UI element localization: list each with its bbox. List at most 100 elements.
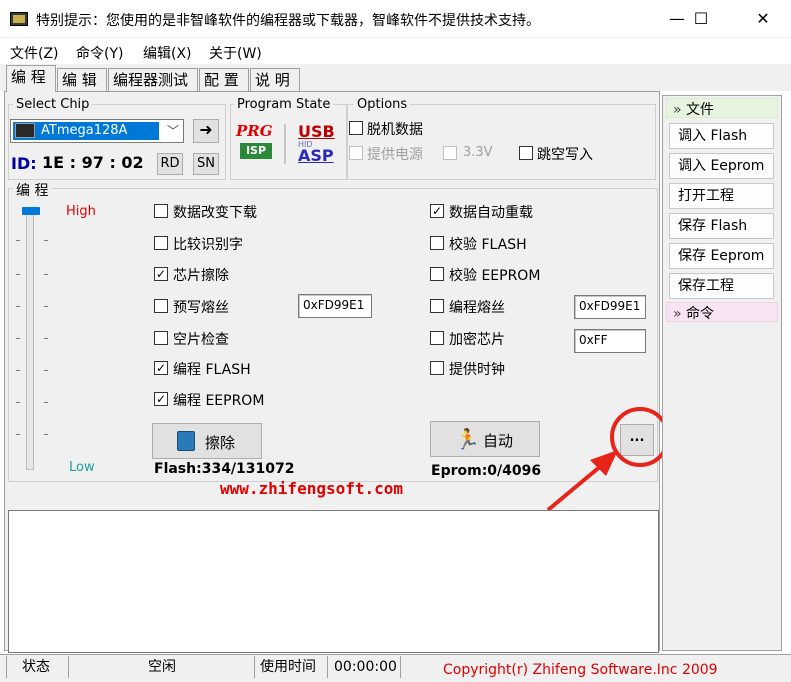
status-separator <box>254 656 255 678</box>
prg-label: PRG <box>236 122 273 140</box>
option-checkbox[interactable]: ✓ <box>154 267 168 281</box>
option-checkbox[interactable] <box>430 331 444 345</box>
slider-tick <box>44 306 48 307</box>
window-title: 特别提示：您使用的是非智峰软件的编程器或下载器，智峰软件不提供技术支持。 <box>36 13 540 29</box>
option-checkbox[interactable] <box>154 331 168 345</box>
option-label: 比较识别字 <box>173 237 243 253</box>
slider-tick <box>44 370 48 371</box>
slider-tick <box>16 274 20 275</box>
option-checkbox[interactable]: ✓ <box>154 361 168 375</box>
option-label: 空片检查 <box>173 332 229 348</box>
option-label: 数据改变下载 <box>173 205 257 221</box>
tab-edit[interactable]: 编 辑 <box>57 68 107 91</box>
select-chip-title: Select Chip <box>13 97 93 112</box>
save-eeprom-button[interactable]: 保存 Eeprom <box>669 243 774 269</box>
select-chip-go-button[interactable]: ➜ <box>193 119 219 143</box>
erase-button-label: 擦除 <box>205 434 236 452</box>
maximize-button[interactable]: ☐ <box>676 0 726 38</box>
status-state-value: 空闲 <box>148 659 176 675</box>
program-group-title: 编 程 <box>13 180 52 200</box>
app-chip-icon <box>10 12 28 26</box>
slider-tick <box>44 338 48 339</box>
power-checkbox[interactable] <box>349 146 363 160</box>
eprom-info: Eprom:0/4096 <box>431 463 542 479</box>
offline-data-label: 脱机数据 <box>367 122 423 138</box>
save-project-button[interactable]: 保存工程 <box>669 273 774 299</box>
command-section-label: 命令 <box>686 306 715 322</box>
option-checkbox[interactable] <box>154 299 168 313</box>
option-label: 数据自动重载 <box>449 205 533 221</box>
option-label: 编程 EEPROM <box>173 393 265 409</box>
asp-label: ASP <box>298 146 334 165</box>
power-label: 提供电源 <box>367 147 423 163</box>
tab-config[interactable]: 配 置 <box>199 68 249 91</box>
option-checkbox[interactable]: ✓ <box>430 204 444 218</box>
tab-help[interactable]: 说 明 <box>250 68 300 91</box>
slider-tick <box>16 306 20 307</box>
rd-button[interactable]: RD <box>157 153 183 175</box>
log-output[interactable] <box>8 510 659 653</box>
load-flash-button[interactable]: 调入 Flash <box>669 123 774 149</box>
options-title: Options <box>354 97 411 112</box>
skip-empty-checkbox[interactable] <box>519 146 533 160</box>
status-time-label: 使用时间 <box>260 659 316 675</box>
program-state-group <box>230 104 348 180</box>
option-checkbox[interactable] <box>430 236 444 250</box>
speed-high-label: High <box>66 204 96 219</box>
chip-select[interactable]: ATmega128A ﹀ <box>10 119 184 143</box>
option-label: 加密芯片 <box>449 332 505 348</box>
command-section-header[interactable]: » 命令 <box>666 302 778 322</box>
file-section-header[interactable]: » 文件 <box>666 98 778 118</box>
chevron-right-icon: » <box>673 306 682 322</box>
load-eeprom-button[interactable]: 调入 Eeprom <box>669 153 774 179</box>
sn-button[interactable]: SN <box>193 153 219 175</box>
menu-command[interactable]: 命令(Y) <box>76 43 123 63</box>
option-checkbox[interactable]: ✓ <box>154 392 168 406</box>
option-checkbox[interactable] <box>430 299 444 313</box>
website-link[interactable]: www.zhifengsoft.com <box>220 479 403 498</box>
status-state-label: 状态 <box>22 659 50 675</box>
menu-file[interactable]: 文件(Z) <box>10 43 59 63</box>
slider-tick <box>16 370 20 371</box>
option-checkbox[interactable] <box>154 236 168 250</box>
speed-slider-thumb[interactable] <box>22 207 40 215</box>
status-separator <box>400 656 401 678</box>
option-label: 编程熔丝 <box>449 300 505 316</box>
erase-button[interactable]: 擦除 <box>152 423 262 459</box>
option-label: 预写熔丝 <box>173 300 229 316</box>
program-group <box>8 188 658 482</box>
option-label: 编程 FLASH <box>173 362 251 378</box>
program-state-divider <box>284 124 286 164</box>
status-separator <box>68 656 69 678</box>
auto-button[interactable]: 🏃 自动 <box>430 421 540 457</box>
option-checkbox[interactable] <box>154 204 168 218</box>
prewrite-fuse-input[interactable]: 0xFD99E1 <box>298 294 372 318</box>
speed-slider-track[interactable] <box>26 212 34 470</box>
v33-label: 3.3V <box>463 145 493 160</box>
chevron-down-icon: » <box>673 102 682 118</box>
option-label: 校验 EEPROM <box>449 268 541 284</box>
slider-tick <box>44 402 48 403</box>
running-man-icon: 🏃 <box>455 427 480 451</box>
flash-info: Flash:334/131072 <box>154 461 295 477</box>
menu-edit[interactable]: 编辑(X) <box>143 43 192 63</box>
slider-tick <box>44 434 48 435</box>
auto-button-label: 自动 <box>483 432 514 450</box>
close-button[interactable]: ✕ <box>738 0 788 38</box>
tab-program[interactable]: 编 程 <box>6 65 56 92</box>
menu-about[interactable]: 关于(W) <box>209 43 262 63</box>
copyright-text: Copyright(r) Zhifeng Software.Inc 2009 <box>443 662 718 678</box>
chip-id-value: 1E : 97 : 02 <box>42 153 144 172</box>
slider-tick <box>44 274 48 275</box>
offline-data-checkbox[interactable] <box>349 121 363 135</box>
option-checkbox[interactable] <box>430 361 444 375</box>
open-project-button[interactable]: 打开工程 <box>669 183 774 209</box>
lock-input[interactable]: 0xFF <box>574 329 646 353</box>
save-flash-button[interactable]: 保存 Flash <box>669 213 774 239</box>
tab-programmer-test[interactable]: 编程器测试 <box>108 68 198 91</box>
option-checkbox[interactable] <box>430 267 444 281</box>
v33-checkbox[interactable] <box>443 146 457 160</box>
slider-tick <box>16 434 20 435</box>
fuse-input[interactable]: 0xFD99E1 <box>574 295 646 319</box>
options-group <box>346 104 656 180</box>
